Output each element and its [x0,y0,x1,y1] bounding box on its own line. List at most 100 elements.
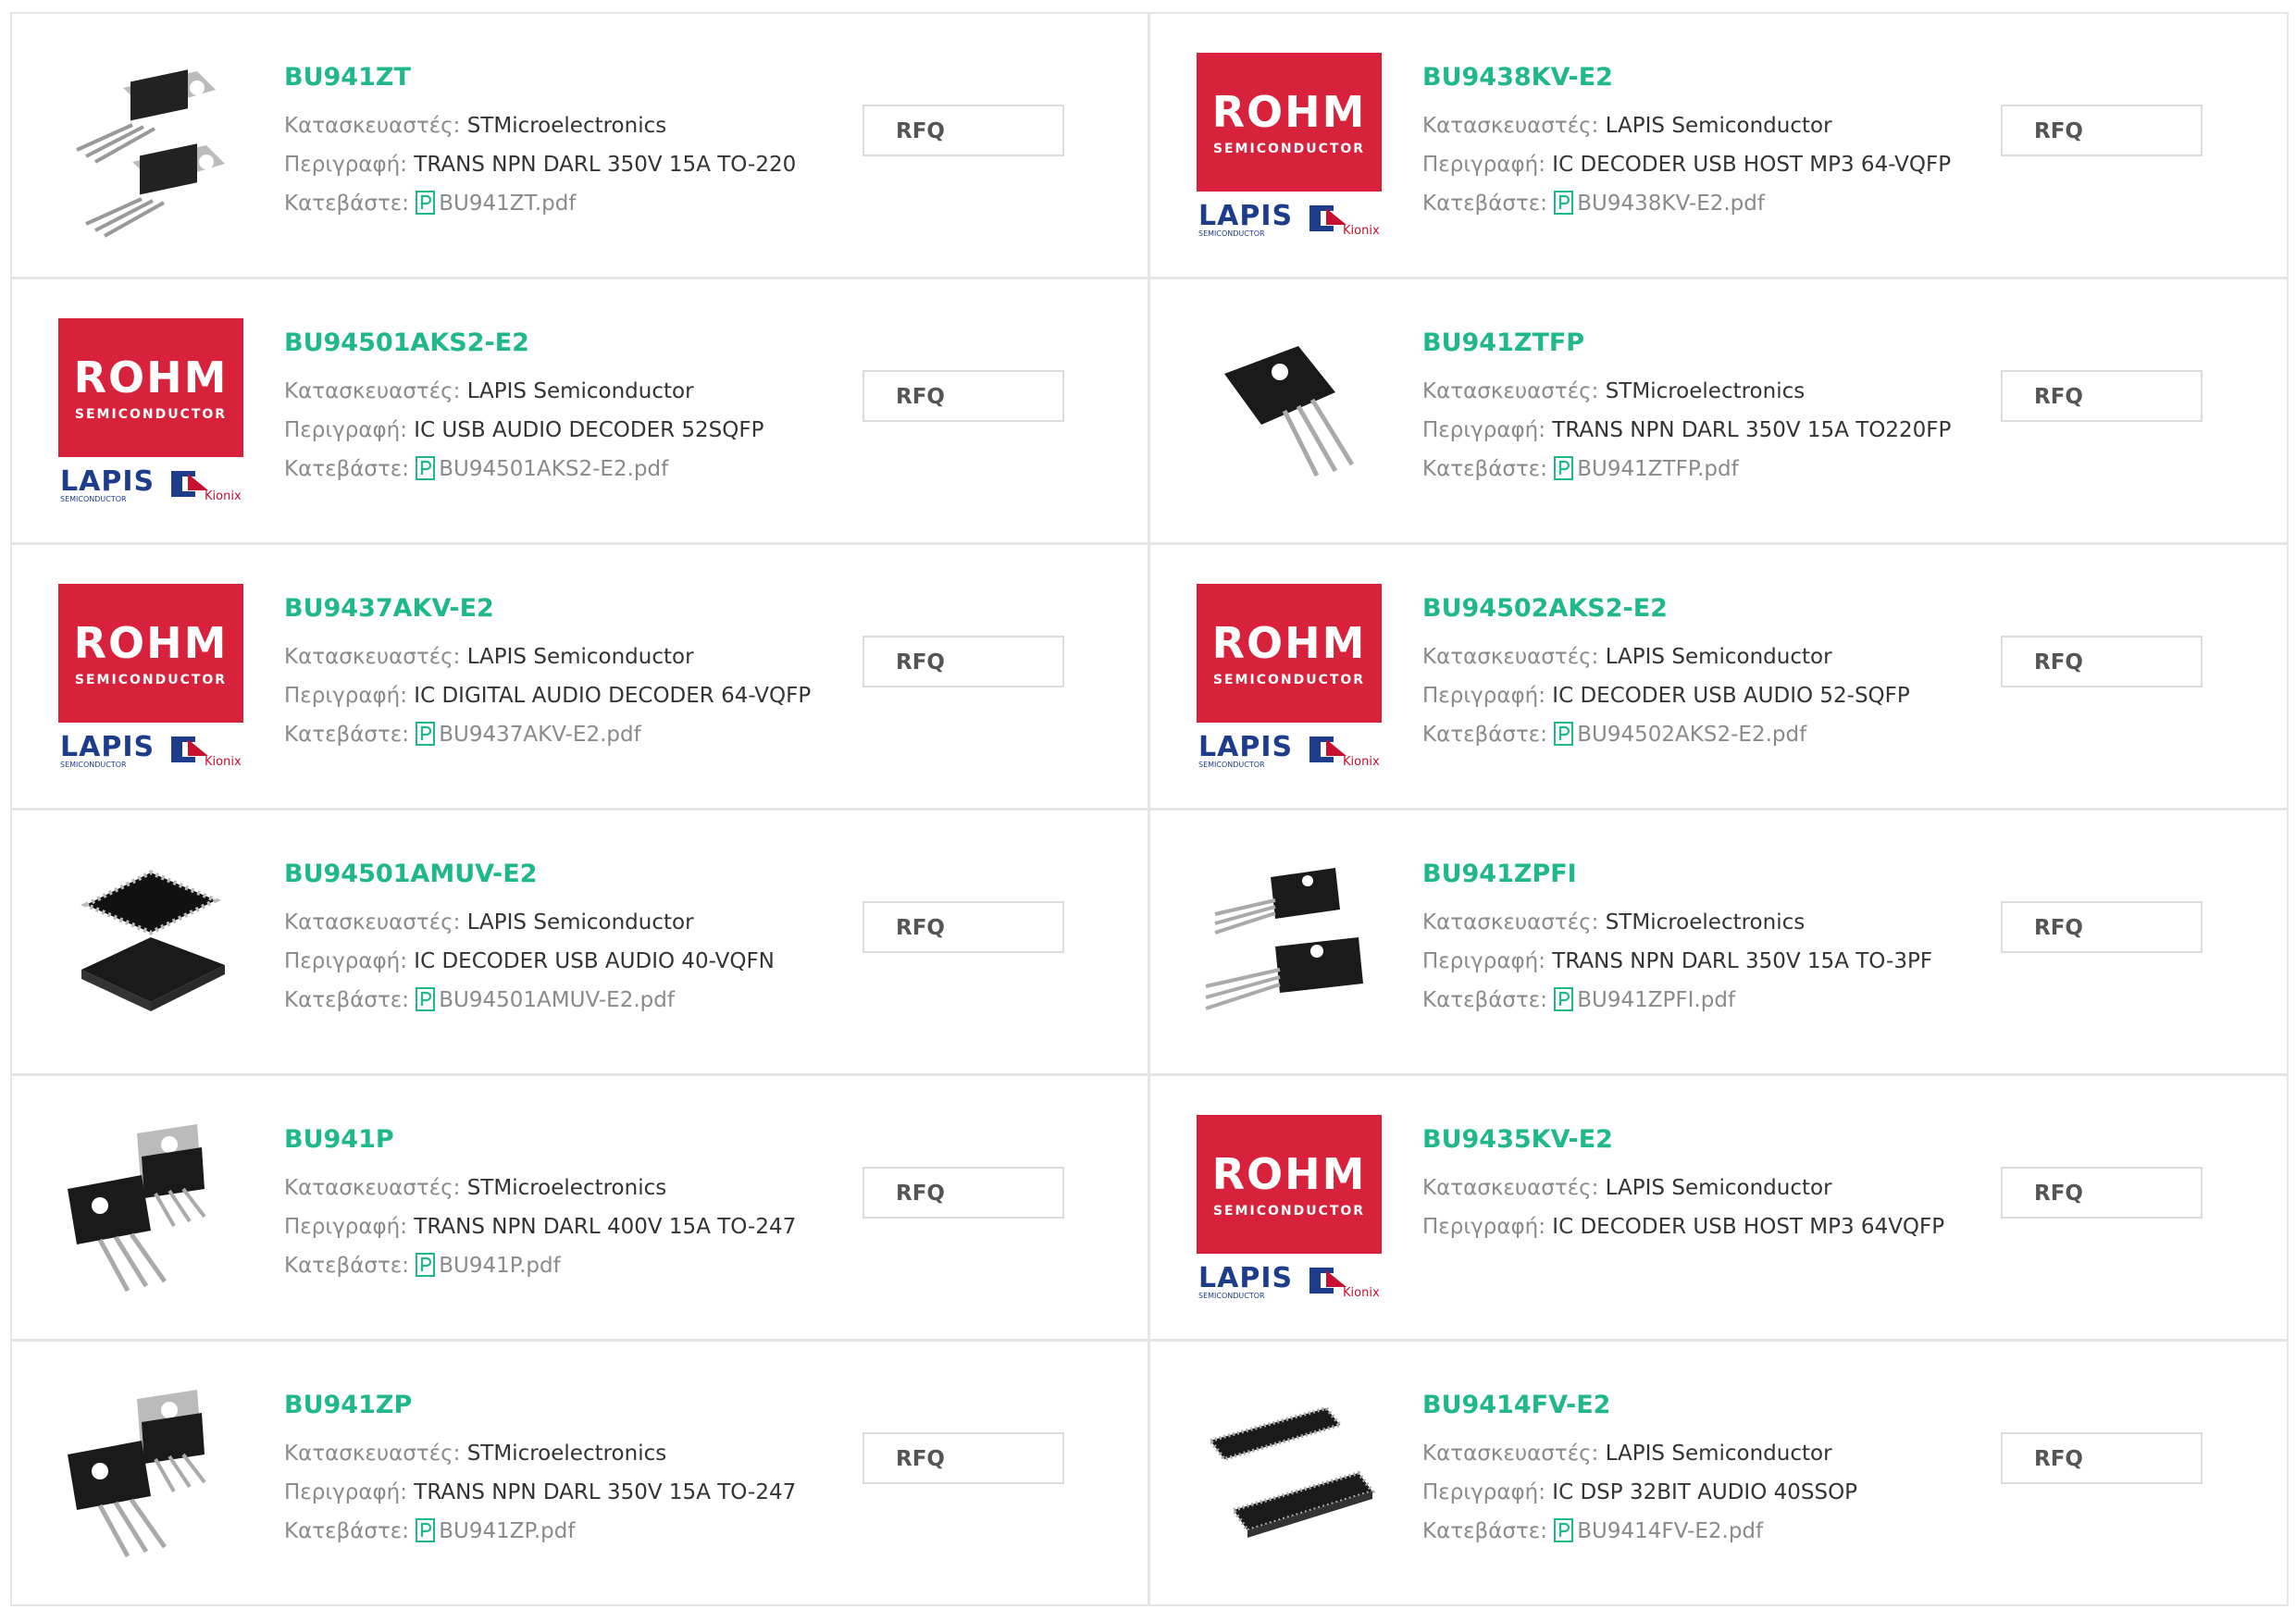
description-value: IC DECODER USB HOST MP3 64VQFP [1552,1215,1945,1239]
rfq-button[interactable]: RFQ [2001,901,2203,953]
product-info: BU9438KV-E2 Κατασκευαστές: LAPIS Semicon… [1422,62,1978,223]
manufacturer-value: LAPIS Semiconductor [1605,1442,1832,1466]
rfq-button[interactable]: RFQ [2001,1432,2203,1484]
download-row: Κατεβάστε: BU941ZP.pdf [284,1512,839,1551]
datasheet-link[interactable]: BU941ZTFP.pdf [1554,456,1739,481]
rfq-button[interactable]: RFQ [863,1432,1064,1484]
rfq-button[interactable]: RFQ [863,901,1064,953]
rfq-button[interactable]: RFQ [2001,370,2203,422]
to220-transistor-icon [76,69,225,238]
description-row: Περιγραφή: IC DECODER USB HOST MP3 64VQF… [1422,1207,1978,1246]
product-image[interactable] [1197,318,1382,503]
product-card-0: BU941ZT Κατασκευαστές: STMicroelectronic… [10,12,1149,278]
part-number-link[interactable]: BU94502AKS2-E2 [1422,593,1978,625]
pdf-icon [1554,1516,1574,1542]
manufacturer-row: Κατασκευαστές: LAPIS Semiconductor [284,903,839,942]
rfq-button[interactable]: RFQ [863,105,1064,156]
description-row: Περιγραφή: TRANS NPN DARL 350V 15A TO220… [1422,411,1978,450]
download-label: Κατεβάστε: [284,988,409,1012]
product-info: BU941P Κατασκευαστές: STMicroelectronics… [284,1124,839,1285]
datasheet-filename: BU941ZT.pdf [439,192,577,216]
qfn-chip-icon [81,870,225,1011]
rfq-button[interactable]: RFQ [2001,636,2203,687]
description-label: Περιγραφή: [1422,153,1545,177]
product-image[interactable] [58,849,243,1034]
datasheet-link[interactable]: BU9414FV-E2.pdf [1554,1516,1763,1543]
product-image[interactable] [58,1115,243,1300]
datasheet-filename: BU941ZP.pdf [439,1519,576,1543]
product-image[interactable]: ROHM SEMICONDUCTOR LAPIS SEMICONDUCTOR K… [1197,53,1382,238]
product-info: BU94501AMUV-E2 Κατασκευαστές: LAPIS Semi… [284,859,839,1020]
product-image[interactable]: ROHM SEMICONDUCTOR LAPIS SEMICONDUCTOR K… [1197,1115,1382,1300]
datasheet-link[interactable]: BU94502AKS2-E2.pdf [1554,722,1807,747]
description-label: Περιγραφή: [284,949,407,973]
description-value: TRANS NPN DARL 350V 15A TO-247 [414,1480,797,1504]
datasheet-link[interactable]: BU94501AKS2-E2.pdf [416,456,669,481]
rohm-lapis-logo-icon: ROHM SEMICONDUCTOR LAPIS SEMICONDUCTOR K… [1197,584,1382,769]
svg-text:ROHM: ROHM [74,353,229,402]
product-image[interactable] [58,53,243,238]
part-number-link[interactable]: BU9435KV-E2 [1422,1124,1978,1156]
rfq-button[interactable]: RFQ [2001,1167,2203,1219]
product-image[interactable]: ROHM SEMICONDUCTOR LAPIS SEMICONDUCTOR K… [1197,584,1382,769]
datasheet-link[interactable]: BU9437AKV-E2.pdf [416,722,641,747]
product-card-1: ROHM SEMICONDUCTOR LAPIS SEMICONDUCTOR K… [1148,12,2289,278]
part-number-link[interactable]: BU94501AMUV-E2 [284,859,839,890]
datasheet-link[interactable]: BU941ZPFI.pdf [1554,987,1735,1012]
part-number-link[interactable]: BU941ZTFP [1422,328,1978,359]
part-number-link[interactable]: BU941ZT [284,62,839,93]
svg-text:LAPIS: LAPIS [1198,731,1293,763]
part-number-link[interactable]: BU941P [284,1124,839,1156]
part-number-link[interactable]: BU94501AKS2-E2 [284,328,839,359]
datasheet-filename: BU94501AKS2-E2.pdf [439,457,669,481]
manufacturer-value: LAPIS Semiconductor [1605,645,1832,669]
datasheet-link[interactable]: BU941ZP.pdf [416,1518,576,1543]
part-number-link[interactable]: BU941ZP [284,1390,839,1421]
manufacturer-row: Κατασκευαστές: STMicroelectronics [284,106,839,145]
pdf-icon [1554,189,1574,215]
download-row: Κατεβάστε: BU941ZTFP.pdf [1422,450,1978,489]
description-label: Περιγραφή: [1422,949,1545,973]
manufacturer-row: Κατασκευαστές: LAPIS Semiconductor [1422,106,1978,145]
rohm-lapis-logo-icon: ROHM SEMICONDUCTOR LAPIS SEMICONDUCTOR K… [1197,53,1382,238]
product-image[interactable] [1197,849,1382,1034]
manufacturer-row: Κατασκευαστές: LAPIS Semiconductor [1422,637,1978,676]
product-info: BU94502AKS2-E2 Κατασκευαστές: LAPIS Semi… [1422,593,1978,754]
product-image[interactable] [58,1380,243,1566]
manufacturer-row: Κατασκευαστές: STMicroelectronics [284,1169,839,1207]
description-label: Περιγραφή: [284,153,407,177]
product-info: BU9414FV-E2 Κατασκευαστές: LAPIS Semicon… [1422,1390,1978,1551]
part-number-link[interactable]: BU9438KV-E2 [1422,62,1978,93]
rfq-button[interactable]: RFQ [2001,105,2203,156]
datasheet-filename: BU94502AKS2-E2.pdf [1577,723,1807,747]
datasheet-link[interactable]: BU941P.pdf [416,1253,561,1278]
description-label: Περιγραφή: [284,418,407,442]
product-image[interactable]: ROHM SEMICONDUCTOR LAPIS SEMICONDUCTOR K… [58,318,243,503]
manufacturer-label: Κατασκευαστές: [284,1176,461,1200]
description-value: TRANS NPN DARL 400V 15A TO-247 [414,1215,797,1239]
description-row: Περιγραφή: IC DECODER USB AUDIO 40-VQFN [284,942,839,981]
datasheet-link[interactable]: BU94501AMUV-E2.pdf [416,987,675,1012]
manufacturer-value: LAPIS Semiconductor [466,379,694,403]
datasheet-filename: BU9437AKV-E2.pdf [439,723,641,747]
download-row: Κατεβάστε: BU941P.pdf [284,1246,839,1285]
rfq-button[interactable]: RFQ [863,370,1064,422]
description-value: IC DECODER USB HOST MP3 64-VQFP [1552,153,1952,177]
part-number-link[interactable]: BU9414FV-E2 [1422,1390,1978,1421]
product-card-5: ROHM SEMICONDUCTOR LAPIS SEMICONDUCTOR K… [1148,543,2289,810]
rohm-lapis-logo-icon: ROHM SEMICONDUCTOR LAPIS SEMICONDUCTOR K… [1197,1115,1382,1300]
product-image[interactable] [1197,1380,1382,1566]
rfq-button[interactable]: RFQ [863,636,1064,687]
download-label: Κατεβάστε: [284,192,409,216]
product-image[interactable]: ROHM SEMICONDUCTOR LAPIS SEMICONDUCTOR K… [58,584,243,769]
manufacturer-value: LAPIS Semiconductor [1605,1176,1832,1200]
download-row: Κατεβάστε: BU9414FV-E2.pdf [1422,1512,1978,1551]
product-info: BU94501AKS2-E2 Κατασκευαστές: LAPIS Semi… [284,328,839,489]
download-row: Κατεβάστε: BU94502AKS2-E2.pdf [1422,715,1978,754]
part-number-link[interactable]: BU941ZPFI [1422,859,1978,890]
description-label: Περιγραφή: [1422,684,1545,708]
rfq-button[interactable]: RFQ [863,1167,1064,1219]
datasheet-link[interactable]: BU941ZT.pdf [416,191,577,216]
part-number-link[interactable]: BU9437AKV-E2 [284,593,839,625]
datasheet-link[interactable]: BU9438KV-E2.pdf [1554,189,1765,216]
